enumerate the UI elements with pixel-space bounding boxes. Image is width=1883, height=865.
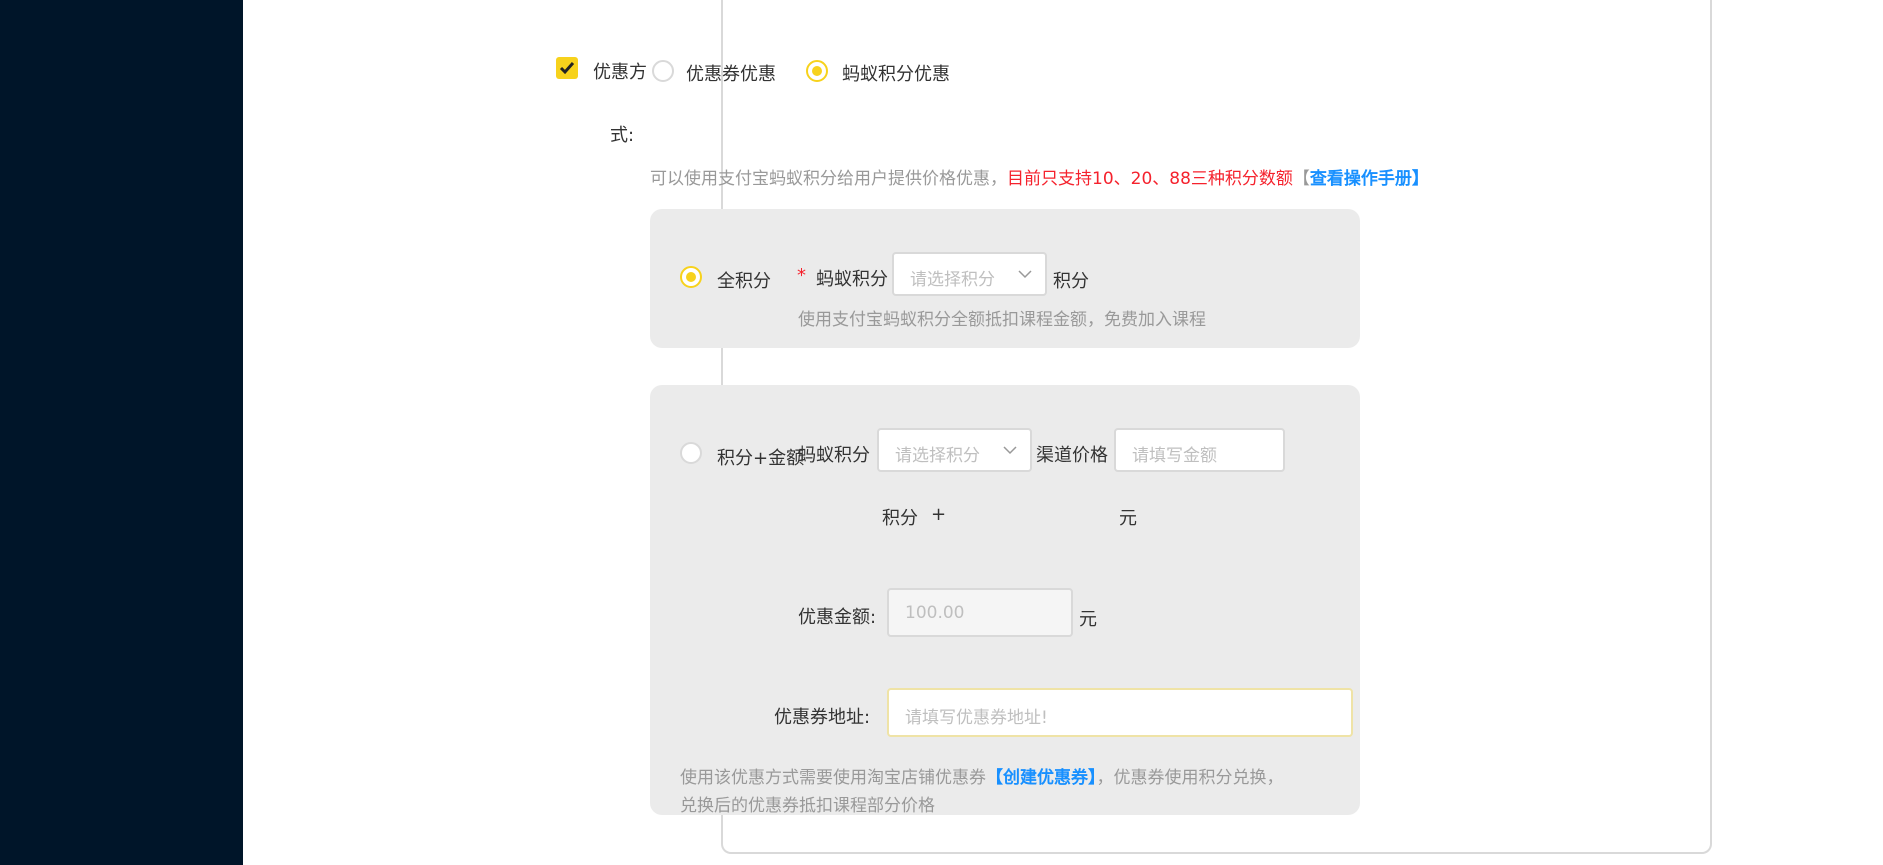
radio-ant-points-discount-label[interactable]: 蚂蚁积分优惠 [842,60,950,86]
mixed-points-select[interactable]: 请选择积分 [877,428,1032,472]
radio-ant-points-discount[interactable] [806,60,828,82]
coupon-footer-note: 使用该优惠方式需要使用淘宝店铺优惠券【创建优惠券】，优惠券使用积分兑换， 兑换后的… [680,764,1360,820]
required-mark: * [797,265,806,286]
notice-red-text: 目前只支持10、20、88三种积分数额 [1007,169,1293,189]
footer-bracket-close: 】 [1088,768,1097,788]
input-placeholder: 请填写优惠券地址! [905,708,1048,728]
coupon-url-label: 优惠券地址: [774,707,871,728]
discount-method-checkbox[interactable] [556,57,578,79]
sidebar [0,0,243,865]
discount-yuan-unit: 元 [1079,609,1097,630]
notice-bracket-open: 【 [1292,169,1310,189]
notice-bracket-close: 】 [1411,169,1429,189]
radio-full-points-label[interactable]: 全积分 [717,267,771,293]
plus-sign: + [931,504,947,525]
footer-text-3: 兑换后的优惠券抵扣课程部分价格 [680,796,935,816]
radio-points-plus-amount[interactable] [680,442,702,464]
select-placeholder: 请选择积分 [910,270,995,290]
full-points-field-label: 蚂蚁积分 [816,269,888,290]
discount-amount-input[interactable]: 100.00 [887,588,1073,637]
footer-text: 使用该优惠方式需要使用淘宝店铺优惠券 [680,768,986,788]
radio-points-plus-amount-label[interactable]: 积分+金额 [717,444,804,470]
full-points-select[interactable]: 请选择积分 [892,252,1047,296]
ant-points-notice: 可以使用支付宝蚂蚁积分给用户提供价格优惠，目前只支持10、20、88三种积分数额… [650,165,1465,193]
price-yuan-unit: 元 [1119,508,1137,529]
select-placeholder: 请选择积分 [895,446,980,466]
coupon-url-input[interactable]: 请填写优惠券地址! [887,688,1353,737]
chevron-down-icon [1003,446,1017,455]
channel-price-input[interactable]: 请填写金额 [1114,428,1285,472]
discount-method-label-cont: 式: [610,125,635,146]
view-manual-link[interactable]: 查看操作手册 [1310,169,1412,189]
chevron-down-icon [1018,270,1032,279]
mixed-points-unit: 积分 [882,508,918,529]
footer-bracket-open: 【 [986,768,1003,788]
radio-coupon-discount-label[interactable]: 优惠券优惠 [686,60,776,86]
discount-amount-label: 优惠金额: [798,607,877,628]
footer-text-2: ，优惠券使用积分兑换， [1096,768,1284,788]
channel-price-label: 渠道价格 [1036,445,1108,466]
full-points-hint: 使用支付宝蚂蚁积分全额抵扣课程金额，免费加入课程 [798,310,1206,330]
create-coupon-link[interactable]: 创建优惠券 [1003,768,1088,788]
radio-full-points[interactable] [680,266,702,288]
discount-amount-value: 100.00 [905,603,965,623]
check-icon [559,62,575,75]
radio-coupon-discount[interactable] [652,60,674,82]
discount-method-label: 优惠方 [593,62,647,83]
input-placeholder: 请填写金额 [1132,446,1217,466]
notice-text: 可以使用支付宝蚂蚁积分给用户提供价格优惠， [650,169,1007,189]
mixed-points-field-label: 蚂蚁积分 [798,445,870,466]
full-points-unit: 积分 [1053,271,1089,292]
